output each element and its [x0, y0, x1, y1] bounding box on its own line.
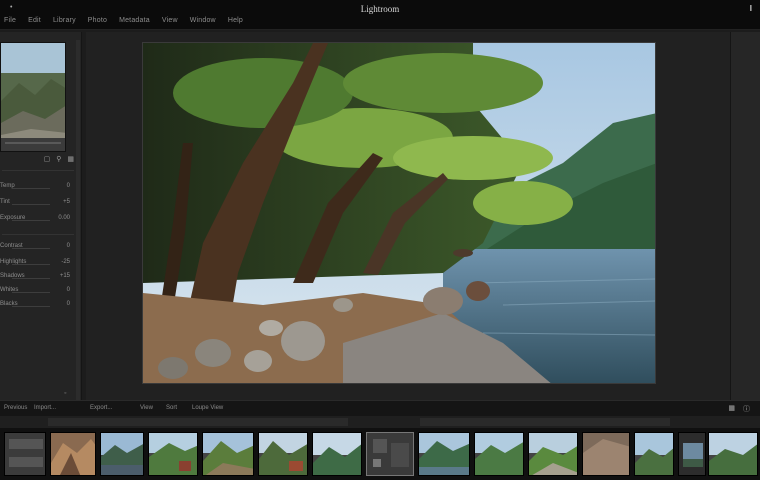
filmstrip-thumb[interactable] — [528, 432, 578, 476]
filmstrip-thumb[interactable] — [50, 432, 96, 476]
filmstrip-thumb[interactable] — [258, 432, 308, 476]
divider — [2, 170, 74, 171]
navigator-image — [1, 43, 65, 151]
main-photo[interactable] — [142, 42, 656, 384]
filmstrip-thumb[interactable] — [678, 432, 706, 476]
slider-track[interactable] — [12, 220, 50, 221]
thumb-image — [149, 433, 197, 475]
slider-value[interactable]: 0 — [67, 287, 70, 293]
title-bar: • Lightroom I File Edit Library Photo Me… — [0, 0, 760, 30]
slider-track[interactable] — [12, 204, 50, 205]
slider-track[interactable] — [12, 264, 50, 265]
toolbar-previous[interactable]: Previous — [4, 405, 27, 411]
slider-value[interactable]: 0 — [67, 183, 70, 189]
navigator-preview[interactable] — [0, 42, 66, 152]
filter-icon[interactable]: ▦ — [728, 404, 735, 414]
slider-value[interactable]: +15 — [60, 273, 70, 279]
menu-library[interactable]: Library — [53, 17, 76, 24]
slider-value[interactable]: 0 — [67, 243, 70, 249]
navigator-icons: ▢ ⚲ ▦ — [4, 154, 74, 164]
thumb-image — [419, 433, 469, 475]
filmstrip-thumb[interactable] — [634, 432, 674, 476]
slider-blacks[interactable]: Blacks 0 — [0, 300, 76, 312]
filmstrip-thumb-selected[interactable] — [366, 432, 414, 476]
slider-track[interactable] — [12, 306, 50, 307]
slider-label: Tint — [0, 199, 10, 205]
photo-image — [143, 43, 655, 383]
app-title: Lightroom — [360, 4, 400, 14]
thumb-image — [475, 433, 523, 475]
menu-bar: File Edit Library Photo Metadata View Wi… — [4, 17, 255, 24]
slider-shadows[interactable]: Shadows +15 — [0, 272, 76, 284]
left-panel: ▢ ⚲ ▦ Temp 0 Tint +5 Exposure 0.00 Contr… — [0, 32, 82, 400]
slider-highlights[interactable]: Highlights -25 — [0, 258, 76, 270]
thumb-image — [583, 433, 629, 475]
toolbar-loupe[interactable]: Loupe View — [192, 405, 223, 411]
thumb-image — [679, 433, 705, 475]
menu-window[interactable]: Window — [190, 17, 216, 24]
thumb-image — [101, 433, 143, 475]
menu-photo[interactable]: Photo — [88, 17, 107, 24]
filmstrip-thumb[interactable] — [418, 432, 470, 476]
filmstrip-thumb[interactable] — [708, 432, 758, 476]
fit-icon[interactable]: ▢ — [44, 155, 51, 163]
toolbar-sort[interactable]: Sort — [166, 405, 177, 411]
filmstrip-thumb[interactable] — [4, 432, 46, 476]
thumb-image — [529, 433, 577, 475]
slider-tint[interactable]: Tint +5 — [0, 198, 76, 210]
main-viewer — [86, 32, 730, 400]
app-window: • Lightroom I File Edit Library Photo Me… — [0, 0, 760, 480]
menu-edit[interactable]: Edit — [28, 17, 41, 24]
window-control-icon[interactable]: I — [750, 4, 752, 13]
grid-icon[interactable]: ▦ — [67, 155, 74, 163]
thumb-image — [203, 433, 253, 475]
slider-contrast[interactable]: Contrast 0 — [0, 242, 76, 254]
slider-exposure[interactable]: Exposure 0.00 — [0, 214, 76, 226]
slider-temp[interactable]: Temp 0 — [0, 182, 76, 194]
filmstrip-thumb[interactable] — [202, 432, 254, 476]
thumb-image — [313, 433, 361, 475]
filmstrip-thumb[interactable] — [474, 432, 524, 476]
thumb-image — [709, 433, 757, 475]
slider-track[interactable] — [12, 292, 50, 293]
slider-value[interactable]: +5 — [63, 199, 70, 205]
toolbar-import[interactable]: Import... — [34, 405, 56, 411]
slider-value[interactable]: 0.00 — [58, 215, 70, 221]
filmstrip-bar — [420, 418, 670, 426]
right-panel — [730, 32, 760, 400]
slider-track[interactable] — [12, 278, 50, 279]
divider — [2, 234, 74, 235]
menu-view[interactable]: View — [162, 17, 178, 24]
filmstrip-thumb[interactable] — [148, 432, 198, 476]
toolbar-export[interactable]: Export... — [90, 405, 112, 411]
filmstrip-thumb[interactable] — [582, 432, 630, 476]
toolbar-view[interactable]: View — [140, 405, 153, 411]
thumb-image — [367, 433, 413, 475]
slider-whites[interactable]: Whites 0 — [0, 286, 76, 298]
thumb-image — [51, 433, 95, 475]
bottom-toolbar: Previous Import... Export... View Sort L… — [0, 400, 760, 416]
filmstrip-header — [0, 416, 760, 428]
info-icon[interactable]: ⓘ — [743, 404, 750, 414]
thumb-image — [259, 433, 307, 475]
panel-scrollbar[interactable] — [76, 40, 80, 400]
thumb-image — [5, 433, 45, 475]
filmstrip-bar — [48, 418, 348, 426]
menu-metadata[interactable]: Metadata — [119, 17, 150, 24]
toolbar-right: ▦ ⓘ — [728, 404, 750, 414]
menu-help[interactable]: Help — [228, 17, 243, 24]
menu-file[interactable]: File — [4, 17, 16, 24]
slider-value[interactable]: 0 — [67, 301, 70, 307]
filmstrip-thumb[interactable] — [312, 432, 362, 476]
filmstrip — [0, 416, 760, 480]
filmstrip-thumb[interactable] — [100, 432, 144, 476]
slider-track[interactable] — [12, 248, 50, 249]
panel-toggle-icon[interactable]: ◦ — [64, 390, 66, 397]
slider-track[interactable] — [12, 188, 50, 189]
zoom-icon[interactable]: ⚲ — [56, 155, 61, 163]
slider-value[interactable]: -25 — [61, 259, 70, 265]
thumb-image — [635, 433, 673, 475]
